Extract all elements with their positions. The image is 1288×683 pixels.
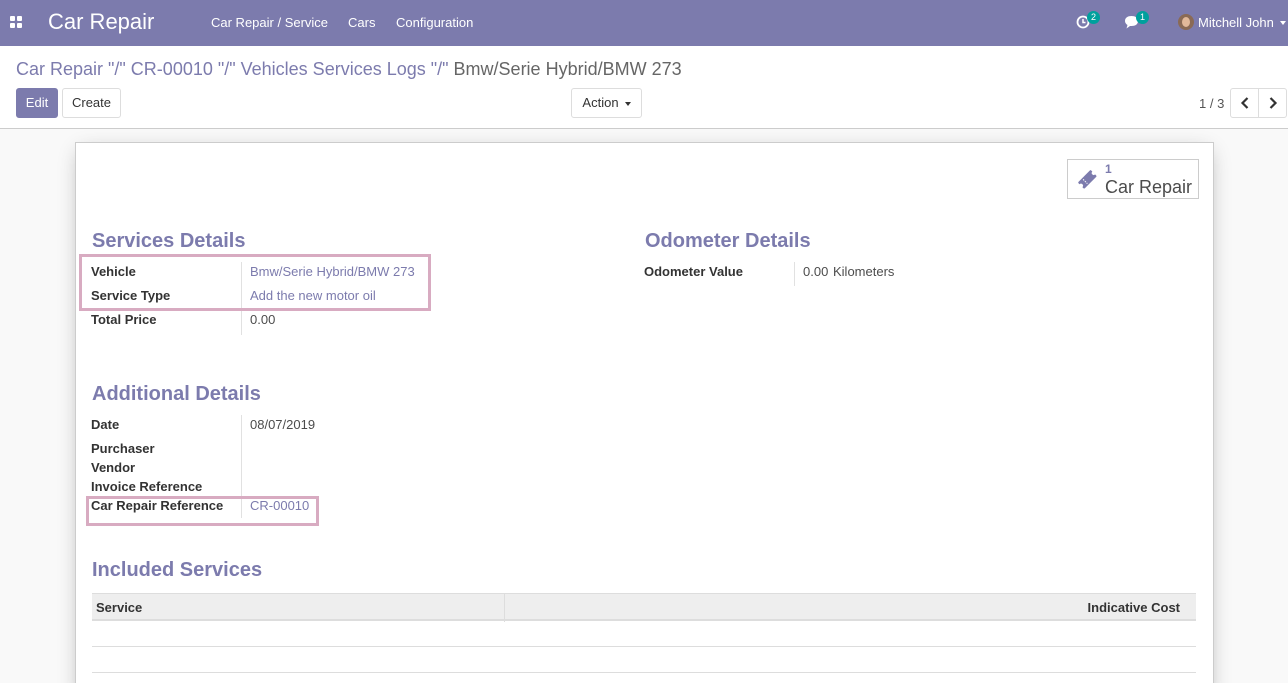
services-highlight-box [79, 254, 431, 311]
edit-button[interactable]: Edit [16, 88, 58, 118]
messaging-button[interactable]: 1 [1124, 11, 1152, 33]
total-price-label: Total Price [91, 312, 157, 327]
app-brand[interactable]: Car Repair [48, 9, 154, 35]
chevron-right-icon [1269, 97, 1278, 109]
message-count-badge: 1 [1136, 11, 1149, 24]
reference-highlight-box [86, 496, 319, 526]
chevron-left-icon [1240, 97, 1249, 109]
invoice-reference-label: Invoice Reference [91, 479, 203, 494]
column-header-service[interactable]: Service [96, 600, 142, 615]
date-label: Date [91, 417, 120, 432]
user-menu-name[interactable]: Mitchell John [1198, 15, 1274, 30]
odometer-unit: Kilometers [833, 264, 895, 279]
activity-button[interactable]: 2 [1076, 11, 1102, 33]
apps-menu-icon[interactable] [10, 16, 23, 29]
top-navbar: Car Repair Car Repair / Service Cars Con… [0, 0, 1288, 46]
car-repair-smart-label: Car Repair [1105, 177, 1193, 197]
ticket-icon [1078, 170, 1097, 189]
menu-car-repair-service[interactable]: Car Repair / Service [211, 15, 328, 30]
control-panel: Car Repair "/" CR-00010 "/" Vehicles Ser… [0, 46, 1288, 129]
form-sheet: 1 Car Repair Services Details Vehicle Bm… [75, 142, 1214, 683]
pager-next-button[interactable] [1258, 88, 1287, 118]
vendor-label: Vendor [91, 460, 136, 475]
pager-previous-button[interactable] [1230, 88, 1259, 118]
odometer-details-title: Odometer Details [645, 230, 811, 252]
column-header-indicative-cost[interactable]: Indicative Cost [1088, 600, 1180, 615]
car-repair-smart-button[interactable]: 1 Car Repair [1067, 159, 1199, 199]
car-repair-count: 1 [1105, 162, 1112, 176]
user-avatar[interactable] [1178, 14, 1194, 30]
table-row [92, 647, 1196, 673]
breadcrumb: Car Repair "/" CR-00010 "/" Vehicles Ser… [16, 59, 682, 80]
services-details-title: Services Details [92, 230, 246, 252]
menu-cars[interactable]: Cars [348, 15, 375, 30]
odometer-column-divider [794, 262, 795, 286]
action-dropdown-button[interactable]: Action [571, 88, 642, 118]
menu-configuration[interactable]: Configuration [396, 15, 473, 30]
create-button[interactable]: Create [62, 88, 121, 118]
chevron-down-icon [624, 101, 631, 106]
activity-count-badge: 2 [1087, 11, 1100, 24]
pager-value[interactable]: 1 / 3 [1199, 96, 1224, 111]
breadcrumb-parent-link[interactable]: Car Repair "/" CR-00010 "/" Vehicles Ser… [16, 59, 449, 79]
purchaser-label: Purchaser [91, 441, 155, 456]
column-divider [504, 594, 505, 622]
table-row [92, 621, 1196, 647]
breadcrumb-current: Bmw/Serie Hybrid/BMW 273 [453, 59, 682, 79]
odometer-value-label: Odometer Value [644, 264, 743, 279]
date-value: 08/07/2019 [250, 417, 316, 432]
table-header: Service Indicative Cost [92, 593, 1196, 622]
user-menu-caret-icon[interactable] [1280, 21, 1286, 25]
additional-details-title: Additional Details [92, 383, 261, 405]
odometer-value: 0.00 [803, 264, 829, 279]
total-price-value: 0.00 [250, 312, 276, 327]
included-services-title: Included Services [92, 559, 263, 581]
action-label: Action [582, 95, 619, 110]
